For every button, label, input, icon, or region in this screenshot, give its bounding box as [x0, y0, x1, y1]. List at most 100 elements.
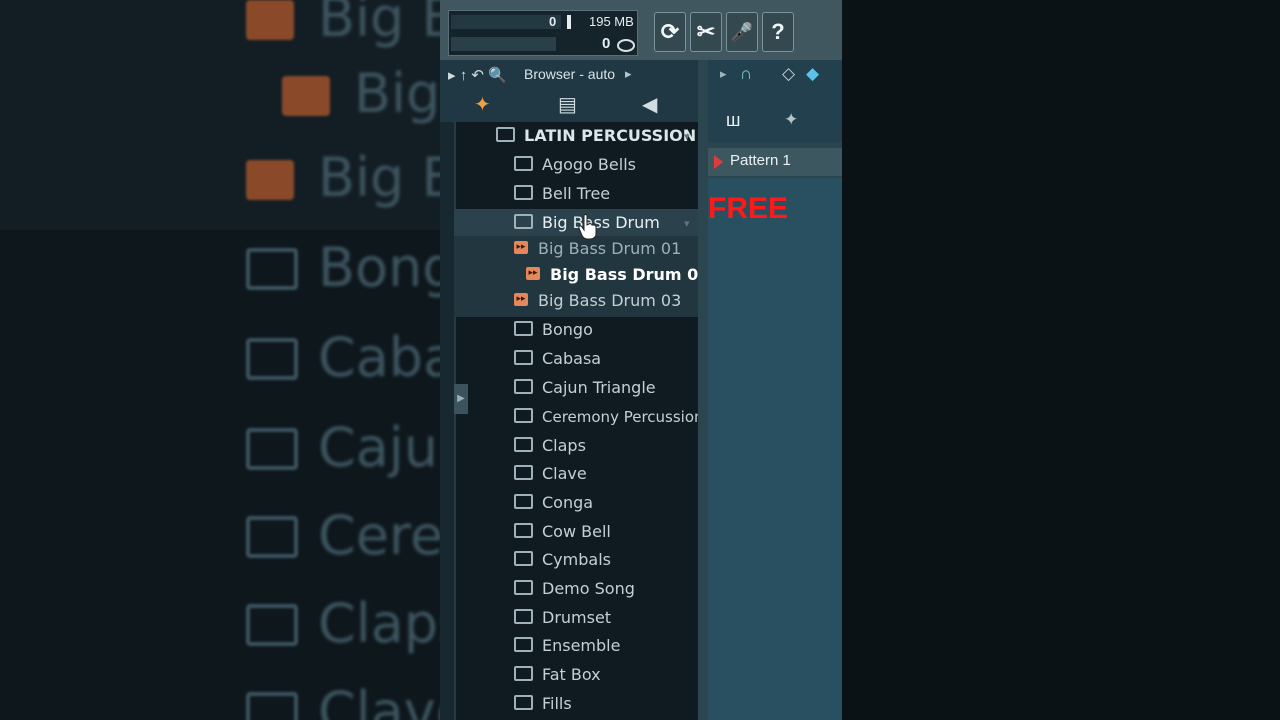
fl-studio-window: 0 195 MB 0 ⟳ ✂ 🎤 ? ▸ ↑ ↶ 🔍 Browser - aut… [440, 0, 842, 720]
ghost-clip-icon [282, 76, 330, 116]
audio-wave-icon[interactable]: ✦ [474, 92, 491, 117]
record-mic-button[interactable]: 🎤 [726, 12, 758, 52]
folder-icon [514, 156, 533, 171]
pattern-label: Pattern 1 [730, 152, 791, 169]
folder-icon [514, 321, 533, 336]
tree-item[interactable]: Claps [514, 432, 586, 460]
tree-item-label: Fat Box [542, 665, 601, 684]
tree-item-label: Big Bass Drum [542, 213, 660, 232]
tree-gutter [440, 122, 454, 720]
toolbar: 0 195 MB 0 ⟳ ✂ 🎤 ? [440, 0, 842, 60]
folder-icon [514, 551, 533, 566]
ghost-text: Cajun [318, 416, 440, 479]
ghost-text: Big [354, 62, 440, 125]
tree-item-label: Demo Song [542, 579, 635, 598]
tree-item[interactable]: Agogo Bells [514, 151, 636, 179]
browser-title[interactable]: Browser - auto [524, 66, 615, 82]
tree-item-label: Agogo Bells [542, 155, 636, 174]
hand-cursor-icon [578, 214, 597, 240]
chevron-down-icon[interactable]: ▾ [684, 217, 690, 230]
tree-item-label: Bell Tree [542, 184, 611, 203]
brush-icon[interactable]: ◆ [806, 64, 819, 84]
document-icon[interactable]: ▤ [558, 92, 577, 117]
ghost-clip-icon [246, 0, 294, 40]
waveform-icon[interactable]: ✦ [784, 110, 798, 130]
tree-item-label: Conga [542, 493, 594, 512]
audio-clip-icon: ▸▸ [526, 267, 540, 280]
ghost-clip-icon [246, 160, 294, 200]
tree-item[interactable]: Cymbals [514, 546, 611, 574]
cpu-value: 0 [549, 14, 557, 29]
tree-item[interactable]: Clave [514, 460, 587, 488]
help-button[interactable]: ? [762, 12, 794, 52]
browser-nav-icons[interactable]: ▸ ↑ ↶ 🔍 [448, 66, 507, 84]
tree-item[interactable]: ▸▸ Big Bass Drum 03 [514, 288, 681, 314]
poly-value: 0 [602, 35, 611, 52]
ghost-text: Ceren [318, 504, 440, 567]
folder-icon [514, 609, 533, 624]
folder-icon [514, 465, 533, 480]
tree-item[interactable]: Cow Bell [514, 518, 611, 546]
folder-icon [514, 350, 533, 365]
folder-icon [514, 185, 533, 200]
ghost-text: Clave [318, 680, 440, 720]
tree-item-label: Cymbals [542, 550, 611, 569]
ghost-folder-icon [246, 248, 298, 290]
tree-item-label: Ceremony Percussion [542, 408, 704, 426]
tree-item-label: Cabasa [542, 349, 602, 368]
speaker-icon[interactable]: ◀ [642, 92, 657, 117]
tree-item[interactable]: Drumset [514, 604, 611, 632]
tree-item[interactable]: Cajun Triangle [514, 374, 656, 402]
folder-icon [514, 437, 533, 452]
chevron-down-icon[interactable]: ▾ [684, 130, 690, 143]
collapse-tab[interactable]: ▶ [454, 384, 468, 414]
magnet-icon[interactable]: ∩ [740, 64, 752, 84]
folder-icon [514, 214, 533, 229]
tree-item[interactable]: Bongo [514, 316, 593, 344]
tree-item[interactable]: Fat Box [514, 661, 601, 689]
folder-icon [496, 127, 515, 142]
tree-item[interactable]: Ensemble [514, 632, 620, 660]
free-overlay-text: FREE [708, 192, 789, 225]
poly-icon [617, 39, 635, 52]
tag-icon[interactable]: ◇ [782, 64, 795, 84]
folder-icon [514, 580, 533, 595]
tree-header-latin-percussion[interactable]: LATIN PERCUSSION [496, 122, 696, 150]
ghost-text: Big Ba [318, 0, 440, 49]
poly-bar [451, 37, 556, 51]
tree-item[interactable]: Bell Tree [514, 180, 610, 208]
tree-item-label: Big Bass Drum 03 [538, 291, 682, 310]
background-blur: Big Ba Big Big Ba Bong Caba Cajun Ceren … [0, 0, 440, 720]
refresh-button[interactable]: ⟳ [654, 12, 686, 52]
pattern-selector[interactable]: Pattern 1 [708, 148, 842, 176]
tree-item[interactable]: Cabasa [514, 345, 601, 373]
tree-item-label: Cow Bell [542, 522, 611, 541]
ghost-folder-icon [246, 516, 298, 558]
ghost-text: Caba [318, 326, 440, 389]
ghost-text: Claps [318, 592, 440, 655]
tree-item[interactable]: Ceremony Percussion [514, 403, 704, 431]
folder-icon [514, 494, 533, 509]
tree-item-label: Clave [542, 464, 587, 483]
tree-header-label: LATIN PERCUSSION [524, 126, 697, 145]
tree-item[interactable]: Conga [514, 489, 593, 517]
memory-value: 195 MB [589, 14, 634, 29]
folder-icon [514, 523, 533, 538]
panel-splitter[interactable] [698, 60, 708, 720]
piano-icon[interactable]: ш [726, 110, 740, 131]
browser-tree: ▶ LATIN PERCUSSION ▾ Agogo Bells Bell Tr… [440, 122, 709, 720]
tree-item[interactable]: Fills [514, 690, 572, 718]
background-right [842, 0, 1280, 720]
folder-icon [514, 379, 533, 394]
ghost-folder-icon [246, 428, 298, 470]
expand-arrow-icon[interactable]: ▸ [720, 66, 727, 82]
cpu-tick [567, 15, 571, 29]
folder-icon [514, 408, 533, 423]
browser-menu-caret[interactable]: ▸ [625, 66, 632, 82]
tree-item[interactable]: ▸▸ Big Bass Drum 02 [526, 262, 709, 288]
tree-item-label: Big Bass Drum 02 [550, 265, 710, 284]
cut-tool-button[interactable]: ✂ [690, 12, 722, 52]
cpu-memory-meter: 0 195 MB 0 [448, 10, 638, 56]
browser-header: ▸ ↑ ↶ 🔍 Browser - auto ▸ ✦ ▤ ◀ [440, 60, 698, 122]
tree-item[interactable]: Demo Song [514, 575, 635, 603]
